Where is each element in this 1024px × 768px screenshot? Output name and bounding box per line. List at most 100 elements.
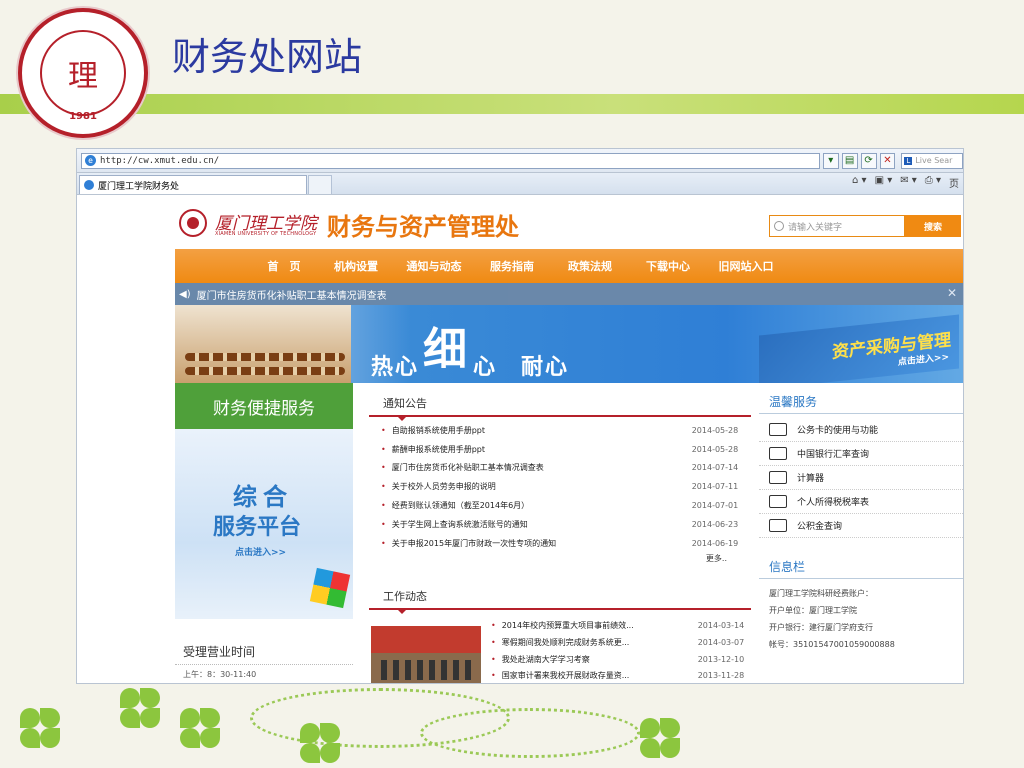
refresh-icon[interactable]: ⟳: [860, 152, 877, 169]
work-item[interactable]: • 寒假期间我处顺利完成财务系统更... 2014-03-07: [491, 634, 751, 651]
work-item[interactable]: • 2014年校内预算重大项目事前绩效... 2014-03-14: [491, 618, 751, 635]
services-list: 公务卡的使用与功能 中国银行汇率查询 计算器 个人所得税税率表 公积金查询: [759, 414, 963, 538]
service-label: 个人所得税税率表: [797, 498, 870, 508]
piggy-bank-icon: [769, 495, 787, 508]
website-viewport: 厦门理工学院 XIAMEN UNIVERSITY OF TECHNOLOGY 财…: [77, 197, 963, 683]
bullet-icon: •: [491, 654, 496, 664]
bullet-icon: •: [381, 425, 386, 435]
notice-date: 2014-05-28: [691, 425, 739, 435]
slogan-part-b: 心 耐心: [473, 355, 570, 380]
new-tab-button[interactable]: [308, 175, 332, 194]
seal-year: 1981: [69, 111, 97, 122]
rubiks-cube-icon: [309, 567, 351, 609]
work-item[interactable]: • 我处赴湖南大学学习考察 2013-12-10: [491, 651, 751, 668]
calculator-icon: [769, 471, 787, 484]
platform-enter-link: 点击进入>>: [235, 548, 287, 558]
notice-date: 2014-05-28: [691, 444, 739, 454]
close-icon[interactable]: ✕: [947, 286, 957, 300]
platform-line-1: 综合: [233, 483, 293, 511]
bullet-icon: •: [381, 463, 386, 473]
header-green-bar: [0, 94, 1024, 114]
url-field[interactable]: e http://cw.xmut.edu.cn/: [81, 152, 820, 169]
print-icon[interactable]: ⎙ ▾: [925, 175, 941, 190]
clover-icon: [180, 708, 220, 748]
notice-date: 2014-06-23: [691, 519, 739, 529]
bullet-icon: •: [381, 444, 386, 454]
notice-bar[interactable]: ◀) 厦门市住房货币化补贴职工基本情况调查表 ✕: [175, 283, 963, 305]
service-item-exchange[interactable]: 中国银行汇率查询: [759, 442, 963, 466]
info-title: 信息栏: [759, 548, 963, 579]
service-label: 计算器: [797, 474, 825, 484]
page-menu[interactable]: 页: [949, 175, 959, 190]
hours-title: 受理营业时间: [175, 635, 353, 665]
notice-item[interactable]: • 经费到账认领通知（截至2014年6月） 2014-07-01: [369, 496, 751, 515]
mail-icon[interactable]: ✉ ▾: [900, 175, 917, 190]
notices-title: 通知公告: [369, 383, 751, 421]
notice-item[interactable]: • 自助报销系统使用手册ppt 2014-05-28: [369, 421, 751, 440]
ie-tab-icon: [84, 180, 94, 190]
clover-icon: [120, 688, 160, 728]
notice-item[interactable]: • 薪酬申报系统使用手册ppt 2014-05-28: [369, 440, 751, 459]
notice-date: 2014-07-14: [691, 463, 739, 473]
site-emblem-icon: [179, 209, 207, 237]
live-search-input[interactable]: L Live Sear: [901, 152, 963, 169]
department-name: 财务与资产管理处: [327, 213, 519, 241]
slide-title: 财务处网站: [172, 35, 363, 79]
notice-text: 厦门市住房货币化补贴职工基本情况调查表: [196, 290, 387, 302]
live-search-icon: L: [904, 156, 913, 165]
notice-item[interactable]: • 关于学生网上查询系统激活账号的通知 2014-06-23: [369, 515, 751, 534]
service-item-calculator[interactable]: 计算器: [759, 466, 963, 490]
ie-icon: e: [85, 155, 96, 166]
browser-window: e http://cw.xmut.edu.cn/ ▾ ▤ ⟳ ✕ L Live S…: [76, 148, 964, 684]
nav-notices[interactable]: 通知与动态: [395, 258, 473, 274]
notice-date: 2014-07-11: [691, 482, 739, 492]
feeds-icon[interactable]: ▣ ▾: [875, 175, 893, 190]
notice-item[interactable]: • 关于校外人员劳务申报的说明 2014-07-11: [369, 477, 751, 496]
work-date: 2014-03-07: [697, 637, 745, 647]
site-search-button[interactable]: 搜索: [905, 215, 961, 237]
clover-decoration: [0, 668, 1024, 768]
abacus-beads: [185, 367, 345, 375]
work-text: 寒假期间我处顺利完成财务系统更...: [501, 637, 630, 647]
stop-icon[interactable]: ✕: [879, 152, 896, 169]
notice-item[interactable]: • 厦门市住房货币化补贴职工基本情况调查表 2014-07-14: [369, 459, 751, 478]
search-icon: [774, 221, 784, 231]
asset-procurement-link[interactable]: 资产采购与管理 点击进入>>: [759, 314, 959, 383]
tab-title: 厦门理工学院财务处: [98, 181, 180, 192]
site-search-placeholder: 请输入关键字: [788, 222, 843, 233]
bullet-icon: •: [491, 637, 496, 647]
nav-home[interactable]: 首 页: [251, 258, 317, 274]
notices-list: • 自助报销系统使用手册ppt 2014-05-28 • 薪酬申报系统使用手册ppt 2…: [369, 417, 751, 553]
website-body: 厦门理工学院 XIAMEN UNIVERSITY OF TECHNOLOGY 财…: [175, 197, 963, 683]
slogan-big: 细: [423, 324, 470, 375]
home-icon[interactable]: ⌂ ▾: [852, 175, 867, 190]
hero-banner: 热心细心 耐心 资产采购与管理 点击进入>>: [175, 305, 963, 383]
service-item-fund[interactable]: 公积金查询: [759, 514, 963, 538]
work-title: 工作动态: [369, 576, 751, 614]
service-platform-link[interactable]: 综合 服务平台 点击进入>>: [175, 429, 353, 619]
nav-policy[interactable]: 政策法规: [551, 258, 629, 274]
nav-service-guide[interactable]: 服务指南: [473, 258, 551, 274]
services-title: 温馨服务: [759, 383, 963, 414]
nav-downloads[interactable]: 下载中心: [629, 258, 707, 274]
school-english-name: XIAMEN UNIVERSITY OF TECHNOLOGY: [215, 231, 317, 237]
compat-view-icon[interactable]: ▤: [841, 152, 858, 169]
service-item-tax[interactable]: 个人所得税税率表: [759, 490, 963, 514]
clover-icon: [300, 723, 340, 763]
command-bar: ⌂ ▾ ▣ ▾ ✉ ▾ ⎙ ▾ 页: [852, 175, 959, 190]
site-nav: 首 页 机构设置 通知与动态 服务指南 政策法规 下载中心 旧网站入口: [175, 249, 963, 283]
right-column: 温馨服务 公务卡的使用与功能 中国银行汇率查询 计算器 个人所得税税率表 公积金…: [759, 383, 963, 683]
site-search-input[interactable]: 请输入关键字: [769, 215, 905, 237]
work-date: 2014-03-14: [697, 621, 745, 631]
service-label: 公积金查询: [797, 522, 843, 532]
nav-old-site[interactable]: 旧网站入口: [707, 258, 785, 274]
dropdown-icon[interactable]: ▾: [822, 152, 839, 169]
notices-more-link[interactable]: 更多..: [369, 553, 751, 564]
exchange-icon: [769, 447, 787, 460]
nav-organization[interactable]: 机构设置: [317, 258, 395, 274]
tab-active[interactable]: 厦门理工学院财务处: [79, 175, 307, 194]
service-label: 公务卡的使用与功能: [797, 426, 879, 436]
bullet-icon: •: [381, 501, 386, 511]
notice-item[interactable]: • 关于申报2015年厦门市财政一次性专项的通知 2014-06-19: [369, 534, 751, 553]
service-item-card[interactable]: 公务卡的使用与功能: [759, 418, 963, 442]
